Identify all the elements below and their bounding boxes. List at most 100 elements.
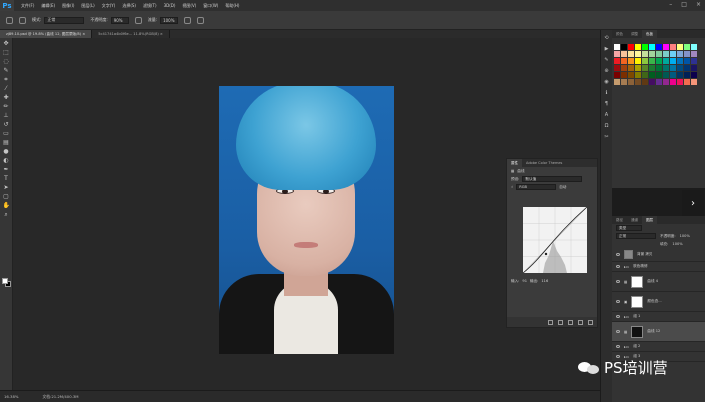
tool-presets-icon[interactable]: ✂ bbox=[603, 134, 610, 140]
visibility-eye-icon[interactable] bbox=[616, 280, 620, 283]
layer-row[interactable]: ▦ 曲线 4 bbox=[612, 272, 705, 292]
color-swatch[interactable] bbox=[670, 65, 676, 71]
color-swatch[interactable] bbox=[621, 58, 627, 64]
reset-icon[interactable] bbox=[568, 319, 573, 325]
color-swatch[interactable] bbox=[628, 58, 634, 64]
color-swatch[interactable] bbox=[649, 65, 655, 71]
layer-kind-select[interactable]: 类型 bbox=[616, 225, 642, 231]
character-icon[interactable]: A bbox=[603, 112, 610, 118]
visibility-eye-icon[interactable] bbox=[616, 265, 620, 268]
color-swatch[interactable] bbox=[691, 58, 697, 64]
color-swatch[interactable] bbox=[684, 72, 690, 78]
menu-select[interactable]: 选择(S) bbox=[122, 3, 136, 9]
color-swatch[interactable] bbox=[649, 58, 655, 64]
visibility-eye-icon[interactable] bbox=[616, 253, 620, 256]
color-swatch[interactable] bbox=[684, 79, 690, 85]
color-swatch[interactable] bbox=[649, 79, 655, 85]
color-swatch[interactable] bbox=[677, 79, 683, 85]
color-swatch[interactable] bbox=[635, 65, 641, 71]
color-swatch[interactable] bbox=[635, 79, 641, 85]
color-swatch[interactable] bbox=[635, 44, 641, 50]
color-swatch[interactable] bbox=[684, 51, 690, 57]
blur-tool-icon[interactable]: ● bbox=[3, 148, 10, 155]
color-swatch[interactable] bbox=[663, 72, 669, 78]
color-swatch[interactable] bbox=[670, 58, 676, 64]
clip-layer-icon[interactable] bbox=[548, 319, 553, 325]
foreground-color-swatch[interactable] bbox=[2, 278, 8, 284]
brush-settings-icon[interactable]: ✎ bbox=[603, 57, 610, 63]
output-value[interactable]: 116 bbox=[541, 279, 548, 283]
color-swatch[interactable] bbox=[621, 51, 627, 57]
minimize-button[interactable]: – bbox=[669, 1, 672, 8]
input-value[interactable]: 91 bbox=[522, 279, 527, 283]
color-swatch[interactable] bbox=[691, 72, 697, 78]
shape-tool-icon[interactable]: ▢ bbox=[3, 193, 10, 200]
color-swatch[interactable] bbox=[670, 79, 676, 85]
channel-select[interactable]: RGB bbox=[516, 184, 557, 190]
delete-icon[interactable] bbox=[588, 319, 593, 325]
visibility-eye-icon[interactable] bbox=[616, 300, 620, 303]
color-swatch[interactable] bbox=[628, 79, 634, 85]
color-swatch[interactable] bbox=[656, 65, 662, 71]
color-swatch[interactable] bbox=[628, 72, 634, 78]
preset-select[interactable]: 默认值 bbox=[522, 176, 583, 182]
view-previous-icon[interactable] bbox=[558, 319, 563, 325]
color-swatch[interactable] bbox=[635, 72, 641, 78]
color-swatch[interactable] bbox=[656, 58, 662, 64]
color-swatch[interactable] bbox=[649, 44, 655, 50]
brush-tool-icon[interactable] bbox=[6, 16, 13, 24]
color-swatch[interactable] bbox=[656, 72, 662, 78]
color-swatch[interactable] bbox=[621, 79, 627, 85]
hand-tool-icon[interactable]: ✋ bbox=[3, 202, 10, 209]
path-select-tool-icon[interactable]: ➤ bbox=[3, 184, 10, 191]
color-swatch[interactable] bbox=[614, 72, 620, 78]
tab-layers-3d[interactable]: 路径 bbox=[612, 218, 627, 223]
menu-3d[interactable]: 3D(D) bbox=[164, 3, 176, 8]
color-swatch[interactable] bbox=[691, 44, 697, 50]
history-icon[interactable]: ⟲ bbox=[603, 35, 610, 41]
color-swatch[interactable] bbox=[614, 51, 620, 57]
gradient-tool-icon[interactable]: ▤ bbox=[3, 139, 10, 146]
layer-row[interactable]: ▣ 颜色查... bbox=[612, 292, 705, 312]
tab-layers[interactable]: 图层 bbox=[642, 216, 657, 224]
color-swatch[interactable] bbox=[663, 79, 669, 85]
color-swatch[interactable] bbox=[628, 65, 634, 71]
color-swatch[interactable] bbox=[614, 65, 620, 71]
brush-preset-icon[interactable] bbox=[19, 16, 26, 24]
menu-filter[interactable]: 滤镜(T) bbox=[143, 3, 157, 9]
opacity-input[interactable]: 90% bbox=[110, 16, 129, 24]
color-swatch[interactable] bbox=[621, 72, 627, 78]
color-swatch[interactable] bbox=[635, 58, 641, 64]
color-swatch[interactable] bbox=[614, 79, 620, 85]
color-swatch[interactable] bbox=[670, 51, 676, 57]
color-swatch[interactable] bbox=[614, 44, 620, 50]
layer-row[interactable]: ▸▭ 肤色精修 bbox=[612, 262, 705, 272]
color-swatch[interactable] bbox=[670, 72, 676, 78]
eyedropper-tool-icon[interactable]: ⁄ bbox=[3, 85, 10, 92]
tab-color[interactable]: 颜色 bbox=[612, 32, 627, 37]
tab-properties[interactable]: 属性 bbox=[507, 159, 522, 167]
healing-brush-tool-icon[interactable]: ✚ bbox=[3, 94, 10, 101]
next-slide-arrow[interactable]: › bbox=[682, 190, 704, 216]
flow-input[interactable]: 100% bbox=[160, 16, 179, 24]
pressure-size-icon[interactable] bbox=[197, 16, 205, 24]
layer-row-selected[interactable]: ▦ 曲线 12 bbox=[612, 322, 705, 342]
eraser-tool-icon[interactable]: ▭ bbox=[3, 130, 10, 137]
color-swatch[interactable] bbox=[642, 79, 648, 85]
color-swatch[interactable] bbox=[628, 51, 634, 57]
color-swatch[interactable] bbox=[684, 44, 690, 50]
color-swatch[interactable] bbox=[670, 44, 676, 50]
lasso-tool-icon[interactable]: ◌ bbox=[3, 58, 10, 65]
paragraph-icon[interactable]: ¶ bbox=[603, 101, 610, 107]
zoom-level[interactable]: 16.38% bbox=[4, 394, 18, 399]
tab-channels[interactable]: 通道 bbox=[627, 218, 642, 223]
color-swatch[interactable] bbox=[621, 65, 627, 71]
color-swatch[interactable] bbox=[656, 79, 662, 85]
color-swatch[interactable] bbox=[684, 65, 690, 71]
color-swatch[interactable] bbox=[677, 51, 683, 57]
type-tool-icon[interactable]: T bbox=[3, 175, 10, 182]
visibility-eye-icon[interactable] bbox=[616, 315, 620, 318]
layer-fill-value[interactable]: 100% bbox=[672, 242, 682, 246]
layer-opacity-value[interactable]: 100% bbox=[680, 234, 690, 238]
clone-source-icon[interactable]: ⊕ bbox=[603, 68, 610, 74]
